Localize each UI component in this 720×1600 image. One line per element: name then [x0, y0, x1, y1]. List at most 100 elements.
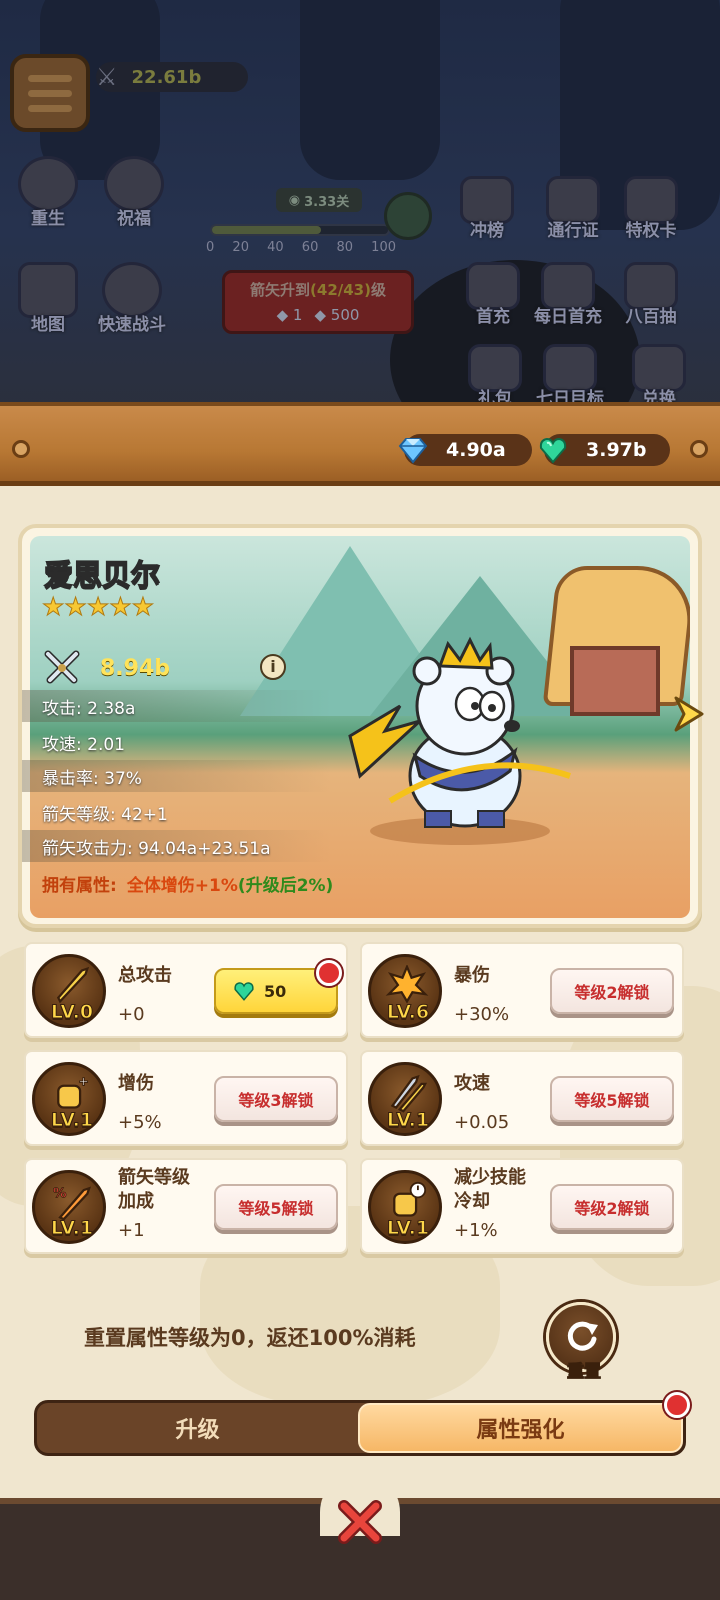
notification-dot [664, 1392, 690, 1418]
hero-power: 8.94b [42, 648, 170, 688]
crit-burst-icon [385, 965, 429, 1004]
attribute-card: + LV.1 增伤 +5% 等级3解锁 [24, 1050, 348, 1146]
attribute-medal: + LV.1 [32, 1062, 106, 1136]
cooldown-fist-icon [393, 1181, 427, 1217]
seven-day-button[interactable]: 七日目标 [536, 344, 604, 409]
attribute-medal: LV.1 [368, 1062, 442, 1136]
stat-crit-rate: 暴击率: 37% [22, 760, 332, 792]
blessing-button[interactable]: 祝福 [104, 156, 164, 229]
sword-icon [56, 966, 90, 1004]
attribute-locked-button[interactable]: 等级5解锁 [550, 1076, 674, 1122]
attribute-locked-button[interactable]: 等级5解锁 [214, 1184, 338, 1230]
main-menu-button[interactable] [10, 54, 90, 132]
attribute-name: 增伤 [118, 1073, 154, 1094]
diamond-balance: 4.90a [398, 434, 532, 466]
stage-progress-ticks: 0 20 40 60 80 100 [206, 240, 396, 255]
first-charge-button[interactable]: 首充 [466, 262, 520, 327]
attribute-level: LV.1 [50, 1217, 94, 1240]
close-icon[interactable] [332, 1494, 388, 1550]
hero-name: 爱思贝尔 [43, 557, 161, 593]
diamond-icon [398, 438, 428, 464]
daily-charge-button[interactable]: 每日首充 [534, 262, 602, 327]
stat-attack-speed: 攻速: 2.01 [42, 734, 125, 755]
exchange-button[interactable]: 兑换 [632, 344, 686, 409]
attribute-medal: LV.0 [32, 954, 106, 1028]
percent-arrow-icon: % [52, 1185, 91, 1221]
rebirth-button[interactable]: 重生 [18, 156, 78, 229]
reset-description: 重置属性等级为0，返还100%消耗 [84, 1326, 416, 1350]
attribute-name: 攻速 [454, 1073, 490, 1094]
arrow-upgrade-button[interactable]: 箭矢升到(42/43)级 ◆ 1 ◆ 500 [222, 270, 414, 334]
attribute-level: LV.1 [386, 1109, 430, 1132]
tab-attribute-enhance[interactable]: 属性强化 [358, 1403, 683, 1453]
attribute-value: +1% [454, 1220, 498, 1241]
crossed-swords-icon: ⚔ [96, 63, 118, 91]
notification-dot [316, 960, 342, 986]
privilege-card-button[interactable]: 特权卡 [624, 176, 678, 241]
emerald-heart-icon [234, 982, 254, 1001]
stage-progress-bar [210, 224, 390, 236]
bg-tree [300, 0, 440, 180]
attribute-name: 总攻击 [118, 965, 172, 986]
location-pin-icon: ◉ [288, 192, 301, 208]
gift-pack-button[interactable]: 礼包 [468, 344, 522, 409]
map-button[interactable]: 地图 [18, 262, 78, 335]
total-power-value: 22.61b [131, 66, 202, 88]
attribute-value: +0 [118, 1004, 145, 1025]
attribute-level: LV.1 [386, 1217, 430, 1240]
attribute-locked-button[interactable]: 等级2解锁 [550, 968, 674, 1014]
reset-button[interactable]: 重置 [546, 1302, 616, 1383]
tab-upgrade[interactable]: 升级 [37, 1403, 358, 1453]
attribute-level: LV.1 [50, 1109, 94, 1132]
stage-indicator: ◉ 3.33关 [276, 188, 362, 212]
ranking-button[interactable]: 冲榜 [460, 176, 514, 241]
attribute-level: LV.0 [50, 1001, 94, 1024]
attribute-level: LV.6 [386, 1001, 430, 1024]
diamond-icon: ◆ [314, 306, 326, 324]
star-icon: ★ [109, 592, 132, 621]
info-icon[interactable]: i [260, 654, 286, 680]
attribute-medal: LV.6 [368, 954, 442, 1028]
stage-progress-fill [212, 226, 322, 234]
attribute-card: LV.1 攻速 +0.05 等级5解锁 [360, 1050, 684, 1146]
total-power-display: ⚔ 22.61b [96, 62, 248, 92]
hero-stats: 爱思贝尔 ★ ★ ★ ★ ★ 8.94b i 攻击: 2.38a 攻速: 2.0… [22, 528, 352, 910]
stat-attack: 攻击: 2.38a [22, 690, 332, 722]
draw-button[interactable]: 八百抽 [624, 262, 678, 327]
attribute-locked-button[interactable]: 等级2解锁 [550, 1184, 674, 1230]
polar-bear-hero-sprite [348, 636, 571, 845]
stat-arrow-attack: 箭矢攻击力: 94.04a+23.51a [22, 830, 332, 862]
attribute-locked-button[interactable]: 等级3解锁 [214, 1076, 338, 1122]
pass-button[interactable]: 通行证 [546, 176, 600, 241]
refresh-icon [567, 1321, 598, 1351]
crossed-swords-icon [44, 650, 80, 684]
hero-trait: 拥有属性: 全体增伤+1% (升级后2%) [42, 875, 334, 896]
star-icon: ★ [86, 592, 110, 621]
hero-card: 爱思贝尔 ★ ★ ★ ★ ★ 8.94b i 攻击: 2.38a 攻速: 2.0… [18, 524, 702, 928]
svg-text:%: % [53, 1185, 67, 1201]
quick-battle-button[interactable]: 快速战斗 [98, 262, 166, 335]
attribute-card: % LV.1 箭矢等级 加成 +1 等级5解锁 [24, 1158, 348, 1254]
next-hero-arrow-icon[interactable] [672, 694, 706, 734]
nail-decoration [12, 440, 30, 458]
star-icon: ★ [131, 592, 155, 621]
attribute-value: +30% [454, 1004, 510, 1025]
star-icon: ★ [41, 592, 65, 621]
emerald-heart-icon [539, 437, 567, 464]
panel-tabs: 升级 属性强化 [34, 1400, 686, 1456]
stat-arrow-level: 箭矢等级: 42+1 [42, 804, 168, 825]
currency-bar: 4.90a 3.97b [0, 402, 720, 486]
attribute-medal: % LV.1 [32, 1170, 106, 1244]
fist-plus-icon: + [57, 1073, 89, 1109]
arrows-icon [390, 1074, 428, 1113]
svg-text:+: + [78, 1074, 89, 1089]
star-icon: ★ [64, 592, 87, 621]
nail-decoration [690, 440, 708, 458]
attribute-value: +5% [118, 1112, 162, 1133]
hero-power-value: 8.94b [100, 655, 171, 681]
attribute-card: LV.0 总攻击 +0 50 [24, 942, 348, 1038]
purple-gem-icon: ◆ [276, 306, 289, 324]
boss-portal-icon[interactable] [384, 192, 432, 240]
emerald-balance: 3.97b [539, 434, 670, 466]
attribute-medal: LV.1 [368, 1170, 442, 1244]
